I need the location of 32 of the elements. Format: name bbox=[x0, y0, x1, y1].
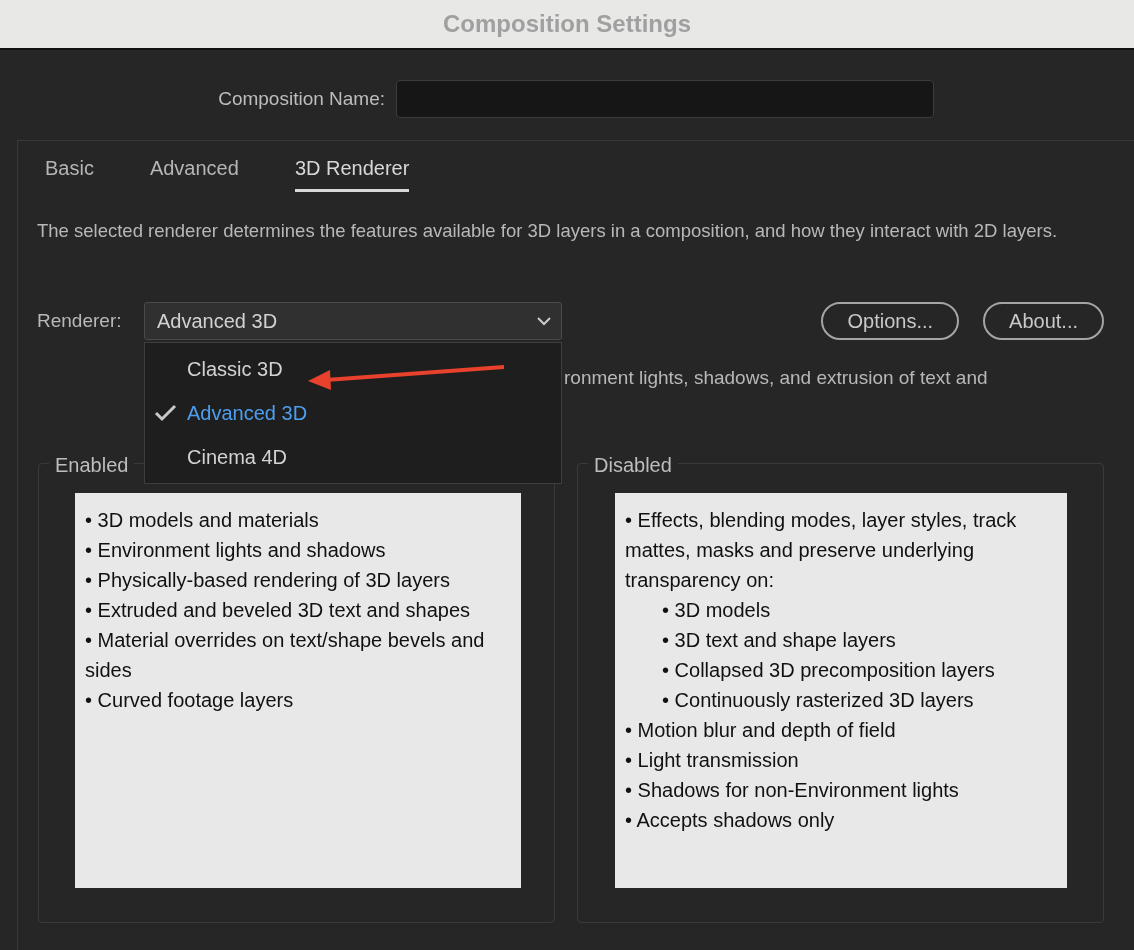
list-item: • Continuously rasterized 3D layers bbox=[661, 687, 975, 713]
menu-item[interactable]: Cinema 4D bbox=[145, 435, 561, 479]
menu-item[interactable]: Classic 3D bbox=[145, 347, 561, 391]
pill-button[interactable]: About... bbox=[983, 302, 1104, 340]
tab[interactable]: Advanced bbox=[149, 153, 239, 192]
list-item: • Accepts shadows only bbox=[625, 807, 836, 833]
list-item: • Light transmission bbox=[625, 747, 800, 773]
description-text: The selected renderer determines the features available for 3D layers in a composition, and how they interact with 2D layers. bbox=[37, 219, 1059, 243]
field-label: Renderer: bbox=[37, 308, 123, 333]
field-label: Composition Name: bbox=[217, 86, 386, 111]
list-item: • Collapsed 3D precomposition layers bbox=[661, 657, 996, 683]
list-item: • 3D text and shape layers bbox=[661, 627, 897, 653]
list-item: • Motion blur and depth of field bbox=[625, 717, 897, 743]
list-item: • Curved footage layers bbox=[85, 687, 295, 713]
list-item: • 3D models and materials bbox=[85, 507, 320, 533]
checkmark-icon bbox=[153, 403, 179, 423]
tab[interactable]: Basic bbox=[45, 153, 94, 192]
list-item: • Extruded and beveled 3D text and shapes bbox=[85, 597, 472, 623]
list-item: • Environment lights and shadows bbox=[85, 537, 387, 563]
description-text: ronment lights, shadows, and extrusion of text and bbox=[564, 366, 989, 390]
list-item: • Material overrides on text/shape bevels and sides bbox=[85, 627, 486, 683]
menu-item[interactable]: Advanced 3D bbox=[145, 391, 561, 435]
tab[interactable]: 3D Renderer bbox=[294, 153, 410, 192]
list-item: • 3D models bbox=[661, 597, 772, 623]
window-title: Composition Settings bbox=[443, 9, 691, 39]
composition-name-field[interactable] bbox=[396, 80, 934, 118]
renderer-dropdown[interactable]: Advanced 3D bbox=[144, 302, 562, 340]
list-item: • Physically-based rendering of 3D layers bbox=[85, 567, 451, 593]
list-item: • Effects, blending modes, layer styles, track mattes, masks and preserve underlying transparency on: bbox=[625, 507, 1018, 593]
chevron-icon bbox=[537, 316, 551, 326]
list-item: • Shadows for non-Environment lights bbox=[625, 777, 960, 803]
pill-button[interactable]: Options... bbox=[821, 302, 960, 340]
